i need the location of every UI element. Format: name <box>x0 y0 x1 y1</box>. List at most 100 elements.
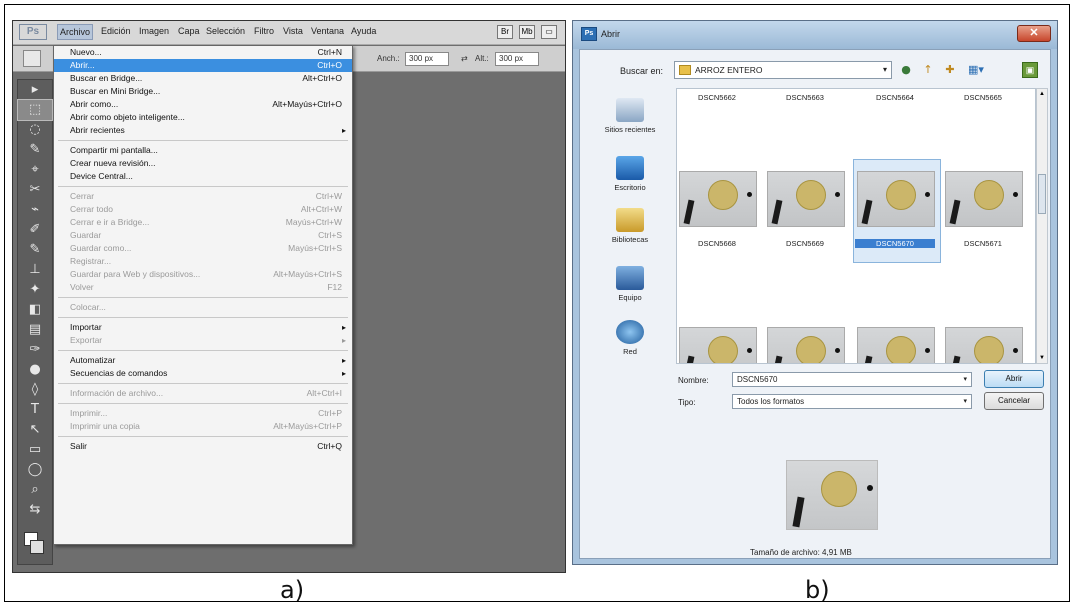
file-label[interactable]: DSCN5663 <box>765 93 845 102</box>
menu-ayuda[interactable]: Ayuda <box>351 26 376 36</box>
background-color-swatch[interactable] <box>30 540 44 554</box>
menu-item[interactable]: Colocar... <box>54 301 352 314</box>
place-desktop[interactable]: Escritorio <box>588 156 672 192</box>
look-in-dropdown[interactable]: ARROZ ENTERO ▾ <box>674 61 892 79</box>
bridge-launch-icon[interactable]: Br <box>497 25 513 39</box>
tool-icon[interactable]: ◧ <box>18 300 52 320</box>
menu-item[interactable]: Exportar ▸ <box>54 334 352 347</box>
menu-item[interactable]: Buscar en Mini Bridge... <box>54 85 352 98</box>
menu-item[interactable]: Compartir mi pantalla... <box>54 144 352 157</box>
tool-icon[interactable]: T <box>18 400 52 420</box>
menu-item[interactable]: Cerrar Ctrl+W <box>54 190 352 203</box>
file-label[interactable]: DSCN5671 <box>943 239 1023 248</box>
view-menu-icon[interactable]: ▦▾ <box>964 62 988 78</box>
file-label-selected[interactable]: DSCN5670 <box>855 239 935 248</box>
menu-archivo[interactable]: Archivo <box>57 24 94 40</box>
menu-item[interactable]: Cerrar e ir a Bridge... Mayús+Ctrl+W <box>54 216 352 229</box>
menu-item[interactable]: Guardar Ctrl+S <box>54 229 352 242</box>
menu-item[interactable]: Registrar... <box>54 255 352 268</box>
file-label[interactable]: DSCN5665 <box>943 93 1023 102</box>
swap-icon[interactable]: ⇄ <box>461 54 468 63</box>
tool-icon[interactable]: ⌖ <box>18 160 52 180</box>
tool-icon[interactable]: ✎ <box>18 240 52 260</box>
cancel-button[interactable]: Cancelar <box>984 392 1044 410</box>
tool-icon[interactable]: ✎ <box>18 140 52 160</box>
file-name-input[interactable]: DSCN5670 ▾ <box>732 372 972 387</box>
tool-icon[interactable]: ✂ <box>18 180 52 200</box>
menu-item[interactable]: Device Central... <box>54 170 352 183</box>
menu-item[interactable]: Abrir como... Alt+Mayús+Ctrl+O <box>54 98 352 111</box>
menu-imagen[interactable]: Imagen <box>139 26 169 36</box>
file-thumbnail[interactable] <box>945 171 1023 227</box>
tool-icon[interactable]: ◊ <box>18 380 52 400</box>
place-network[interactable]: Red <box>588 320 672 356</box>
width-field[interactable]: 300 px <box>405 52 449 66</box>
scrollbar-thumb[interactable] <box>1038 174 1046 214</box>
tool-icon[interactable]: ⊥ <box>18 260 52 280</box>
up-folder-icon[interactable]: ↑ <box>920 62 936 78</box>
menu-seleccion[interactable]: Selección <box>206 26 245 36</box>
mini-bridge-icon[interactable]: Mb <box>519 25 535 39</box>
open-button[interactable]: Abrir <box>984 370 1044 388</box>
menu-item[interactable]: Crear nueva revisión... <box>54 157 352 170</box>
tool-icon[interactable]: ✐ <box>18 220 52 240</box>
file-thumbnail[interactable] <box>857 327 935 363</box>
tool-icon[interactable]: ⬚ <box>17 99 53 121</box>
extra-option-icon[interactable]: ▣ <box>1022 62 1038 78</box>
menu-capa[interactable]: Capa <box>178 26 200 36</box>
menu-item[interactable]: Guardar para Web y dispositivos... Alt+Ma… <box>54 268 352 281</box>
tool-icon[interactable]: ✑ <box>18 340 52 360</box>
menu-item[interactable]: Nuevo... Ctrl+N <box>54 46 352 59</box>
back-icon[interactable]: ● <box>898 62 914 78</box>
file-label[interactable]: DSCN5662 <box>677 93 757 102</box>
tool-icon[interactable]: ✦ <box>18 280 52 300</box>
close-button[interactable]: ✕ <box>1017 25 1051 42</box>
tool-icon[interactable]: ▸ <box>18 80 52 100</box>
menu-item[interactable]: Buscar en Bridge... Alt+Ctrl+O <box>54 72 352 85</box>
menu-item[interactable]: Abrir como objeto inteligente... <box>54 111 352 124</box>
menu-item[interactable]: Imprimir una copia Alt+Mayús+Ctrl+P <box>54 420 352 433</box>
tool-icon[interactable]: ▤ <box>18 320 52 340</box>
menu-item[interactable]: Imprimir... Ctrl+P <box>54 407 352 420</box>
file-thumbnail[interactable] <box>679 171 757 227</box>
file-thumbnail[interactable] <box>679 327 757 363</box>
scroll-up-icon[interactable]: ▲ <box>1039 91 1045 97</box>
file-label[interactable]: DSCN5664 <box>855 93 935 102</box>
menu-item[interactable]: Volver F12 <box>54 281 352 294</box>
menu-filtro[interactable]: Filtro <box>254 26 274 36</box>
menu-vista[interactable]: Vista <box>283 26 303 36</box>
place-recent[interactable]: Sitios recientes <box>588 98 672 134</box>
tool-icon[interactable]: ● <box>18 360 52 380</box>
tool-icon[interactable]: ◯ <box>18 460 52 480</box>
tool-icon[interactable]: ↖ <box>18 420 52 440</box>
menu-item[interactable]: Automatizar ▸ <box>54 354 352 367</box>
menu-item[interactable]: Información de archivo... Alt+Ctrl+I <box>54 387 352 400</box>
screen-mode-icon[interactable]: ▭ <box>541 25 557 39</box>
place-libraries[interactable]: Bibliotecas <box>588 208 672 244</box>
file-thumbnail[interactable] <box>945 327 1023 363</box>
tool-icon[interactable]: ◌ <box>18 120 52 140</box>
file-label[interactable]: DSCN5668 <box>677 239 757 248</box>
new-folder-icon[interactable]: ✚ <box>942 62 958 78</box>
tool-icon[interactable]: ⌕ <box>18 480 52 500</box>
menu-item[interactable]: Abrir recientes ▸ <box>54 124 352 137</box>
menu-edicion[interactable]: Edición <box>101 26 131 36</box>
menu-item[interactable]: Cerrar todo Alt+Ctrl+W <box>54 203 352 216</box>
file-type-select[interactable]: Todos los formatos ▾ <box>732 394 972 409</box>
tool-icon[interactable]: ⌁ <box>18 200 52 220</box>
scroll-down-icon[interactable]: ▼ <box>1039 355 1045 361</box>
menu-item[interactable]: Abrir... Ctrl+O <box>54 59 352 72</box>
menu-item[interactable]: Importar ▸ <box>54 321 352 334</box>
place-computer[interactable]: Equipo <box>588 266 672 302</box>
file-thumbnail-selected[interactable] <box>857 171 935 227</box>
file-thumbnail[interactable] <box>767 171 845 227</box>
menu-item[interactable]: Salir Ctrl+Q <box>54 440 352 453</box>
tool-icon[interactable]: ⇆ <box>18 500 52 520</box>
menu-item[interactable]: Guardar como... Mayús+Ctrl+S <box>54 242 352 255</box>
marquee-tool-preset-icon[interactable] <box>23 50 41 67</box>
tool-icon[interactable]: ▭ <box>18 440 52 460</box>
height-field[interactable]: 300 px <box>495 52 539 66</box>
menu-item[interactable]: Secuencias de comandos ▸ <box>54 367 352 380</box>
file-thumbnail[interactable] <box>767 327 845 363</box>
menu-ventana[interactable]: Ventana <box>311 26 344 36</box>
